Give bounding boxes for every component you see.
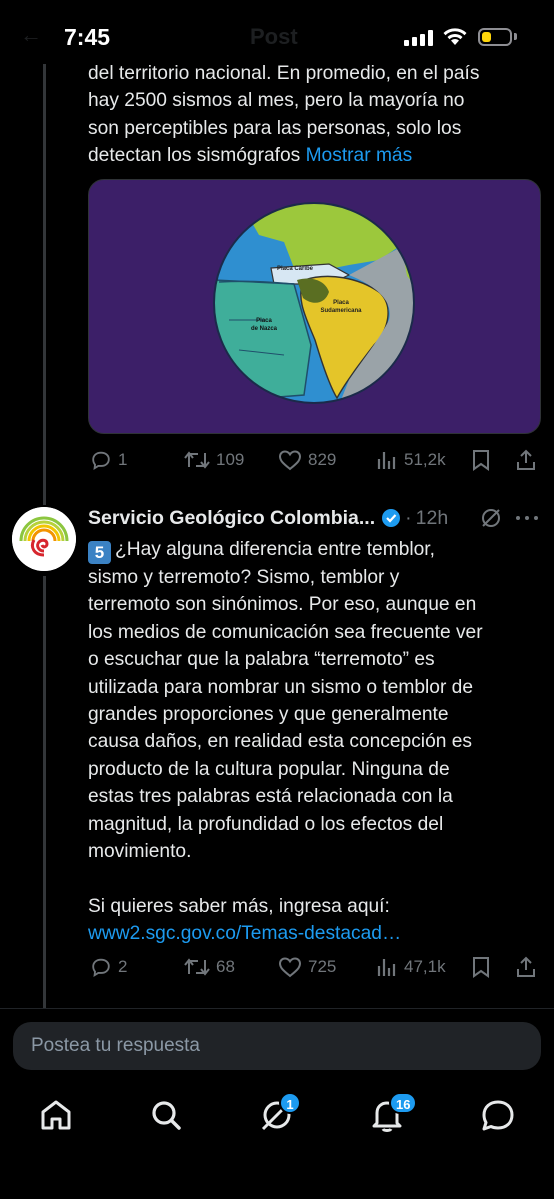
reply-button[interactable]: 1 (90, 447, 127, 473)
tweet-media-image[interactable]: Placa Caribe Placa de Nazca Placa Sudame… (88, 179, 541, 434)
thread-line (43, 576, 46, 1008)
more-options-icon[interactable] (515, 514, 539, 522)
battery-level (482, 32, 491, 42)
share-button[interactable] (515, 954, 537, 980)
tweet-actions: 2 68 725 47,1k (88, 954, 540, 980)
sgc-logo-icon (12, 507, 76, 571)
reply-button[interactable]: 2 (90, 954, 127, 980)
bookmark-button[interactable] (471, 447, 491, 473)
like-button[interactable]: 829 (278, 447, 336, 473)
views-chart-icon (377, 959, 396, 976)
bookmark-button[interactable] (471, 954, 491, 980)
grok-badge: 1 (279, 1092, 301, 1114)
like-button[interactable]: 725 (278, 954, 336, 980)
repost-button[interactable]: 109 (184, 447, 244, 473)
repost-icon (184, 958, 210, 976)
tab-search[interactable] (146, 1095, 186, 1135)
author-name[interactable]: Servicio Geológico Colombia... (88, 507, 375, 530)
reply-count: 1 (118, 450, 128, 469)
external-link[interactable]: www2.sgc.gov.co/Temas-destacad… (88, 923, 401, 944)
keycap-five-emoji: 5 (88, 541, 111, 564)
tweet-body: ¿Hay alguna diferencia entre temblor, si… (88, 539, 483, 917)
tab-notifications[interactable]: 16 (367, 1092, 418, 1135)
plate-label-caribe: Placa Caribe (277, 266, 314, 272)
like-count: 725 (308, 957, 337, 976)
cellular-signal-icon (404, 30, 434, 46)
tweet-text: 5 ¿Hay alguna diferencia entre temblor, s… (88, 536, 528, 948)
plate-label-nazca-2: de Nazca (251, 326, 278, 332)
author-avatar[interactable] (12, 507, 76, 571)
heart-icon (278, 450, 302, 471)
plate-label-nazca-1: Placa (256, 318, 272, 324)
views-button[interactable]: 51,2k (376, 447, 446, 473)
repost-button[interactable]: 68 (184, 954, 235, 980)
views-count: 51,2k (404, 450, 446, 469)
verified-badge-icon (382, 509, 401, 527)
views-button[interactable]: 47,1k (376, 954, 446, 980)
tab-messages[interactable] (478, 1095, 518, 1135)
tab-home[interactable] (36, 1095, 76, 1135)
repost-icon (184, 451, 210, 469)
back-arrow-icon[interactable]: ← (20, 22, 42, 48)
page-title: Post (250, 24, 298, 49)
tweet-actions: 1 109 829 51,2k (88, 447, 540, 473)
divider (0, 1008, 554, 1009)
separator-dot: · (405, 506, 412, 529)
share-icon (517, 449, 535, 470)
share-button[interactable] (515, 447, 537, 473)
heart-icon (278, 957, 302, 978)
bookmark-icon (473, 450, 489, 471)
tab-grok[interactable]: 1 (257, 1092, 301, 1135)
views-count: 47,1k (404, 957, 446, 976)
thread-line (43, 60, 46, 505)
plate-label-sudamericana-2: Sudamericana (320, 308, 362, 314)
reply-icon (92, 451, 110, 471)
globe-plates-illustration: Placa Caribe Placa de Nazca Placa Sudame… (213, 202, 415, 404)
tweet-text: del territorio nacional. En promedio, en… (88, 60, 528, 170)
grok-icon[interactable] (480, 507, 502, 529)
views-chart-icon (377, 452, 396, 469)
reply-icon (92, 958, 110, 978)
show-more-link[interactable]: Mostrar más (306, 145, 413, 166)
bookmark-icon (473, 957, 489, 978)
search-icon (152, 1101, 181, 1130)
status-time: 7:45 (64, 24, 111, 50)
repost-count: 109 (216, 450, 245, 469)
reply-input[interactable]: Postea tu respuesta (13, 1022, 541, 1070)
notifications-badge: 16 (389, 1092, 418, 1114)
messages-icon (482, 1100, 514, 1131)
like-count: 829 (308, 450, 337, 469)
reply-count: 2 (118, 957, 128, 976)
repost-count: 68 (216, 957, 235, 976)
tweet-header: Servicio Geológico Colombia... · 12h (88, 505, 448, 531)
reply-placeholder: Postea tu respuesta (31, 1035, 200, 1056)
home-icon (41, 1100, 71, 1130)
tweet-body: del territorio nacional. En promedio, en… (88, 63, 480, 167)
status-bar: ← 7:45 Post (0, 0, 554, 64)
battery-cap (514, 33, 517, 40)
battery-icon (478, 28, 512, 46)
share-icon (517, 956, 535, 977)
tweet-time[interactable]: 12h (416, 507, 449, 530)
wifi-icon (443, 28, 467, 45)
plate-label-sudamericana-1: Placa (333, 300, 349, 306)
